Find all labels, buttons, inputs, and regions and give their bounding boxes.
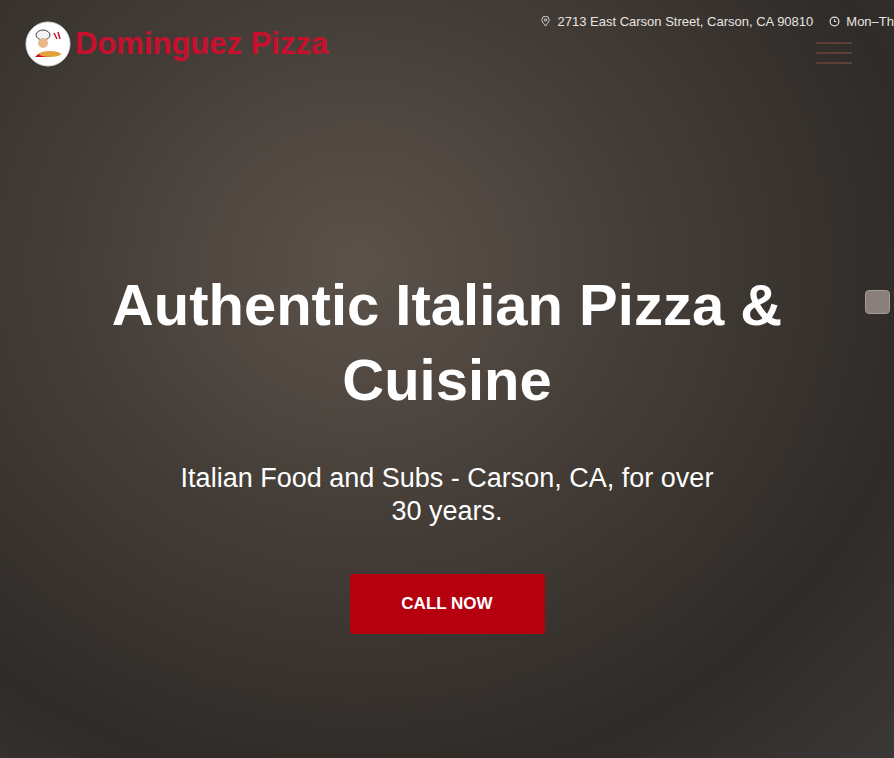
clock-icon xyxy=(829,16,840,27)
page: Dominguez Pizza 2713 East Carson Street, … xyxy=(0,0,894,758)
contact-info: 2713 East Carson Street, Carson, CA 9081… xyxy=(540,12,894,32)
header-right: 2713 East Carson Street, Carson, CA 9081… xyxy=(540,12,894,64)
call-now-button[interactable]: CALL NOW xyxy=(350,574,545,634)
chef-logo-icon xyxy=(25,21,71,67)
address: 2713 East Carson Street, Carson, CA 9081… xyxy=(540,12,813,32)
hours-text: Mon–Th xyxy=(846,12,894,32)
brand-link[interactable]: Dominguez Pizza xyxy=(25,12,328,67)
hero: Authentic Italian Pizza & Cuisine Italian… xyxy=(0,67,894,758)
location-pin-icon xyxy=(540,16,551,27)
menu-toggle-icon[interactable] xyxy=(816,42,852,64)
chat-widget-icon[interactable] xyxy=(865,290,890,314)
hours: Mon–Th xyxy=(829,12,894,32)
hero-title: Authentic Italian Pizza & Cuisine xyxy=(67,267,827,417)
hero-subtitle: Italian Food and Subs - Carson, CA, for … xyxy=(167,462,727,528)
brand-name: Dominguez Pizza xyxy=(75,25,328,62)
site-header: Dominguez Pizza 2713 East Carson Street, … xyxy=(0,0,894,67)
address-text: 2713 East Carson Street, Carson, CA 9081… xyxy=(557,12,813,32)
